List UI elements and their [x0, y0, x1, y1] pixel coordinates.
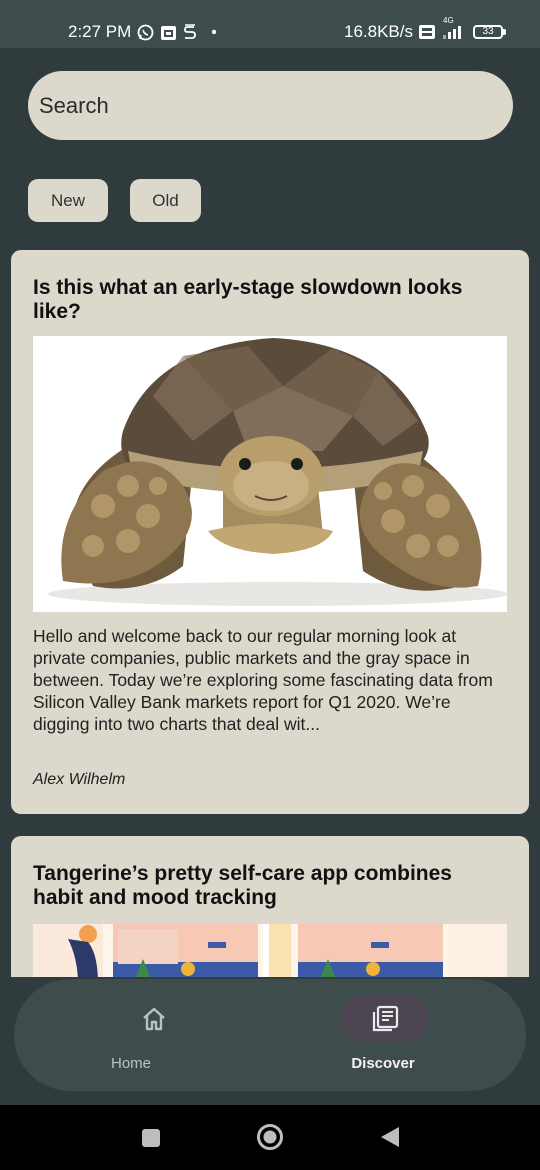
- recents-icon[interactable]: [140, 1127, 162, 1154]
- tortoise-photo: [33, 336, 507, 612]
- article-author: Alex Wilhelm: [33, 771, 126, 788]
- network-type: 4G: [443, 16, 454, 25]
- article-card[interactable]: Is this what an early-stage slowdown loo…: [11, 250, 529, 814]
- nav-discover-label: Discover: [351, 1055, 415, 1072]
- article-card[interactable]: Tangerine’s pretty self-care app combine…: [11, 836, 529, 977]
- battery-level: 33: [473, 25, 503, 39]
- volte-icon: [419, 25, 435, 39]
- search-placeholder: Search: [39, 92, 109, 118]
- filter-new-label: New: [50, 190, 85, 210]
- filter-old-button[interactable]: Old: [130, 179, 201, 222]
- nav-discover[interactable]: Discover: [270, 979, 526, 1091]
- home-icon[interactable]: [110, 996, 198, 1042]
- app-screenshots-illustration: [33, 924, 507, 977]
- nav-home[interactable]: Home: [14, 979, 270, 1091]
- nav-home-label: Home: [110, 1055, 151, 1072]
- whatsapp-icon: [137, 24, 154, 41]
- home-circle-icon[interactable]: [256, 1123, 284, 1156]
- filter-new-button[interactable]: New: [28, 179, 108, 222]
- back-icon[interactable]: [378, 1125, 402, 1154]
- article-title: Is this what an early-stage slowdown loo…: [33, 276, 463, 323]
- calendar-app-icon: [160, 24, 177, 41]
- filter-old-label: Old: [152, 190, 179, 210]
- article-feed[interactable]: Is this what an early-stage slowdown loo…: [0, 250, 540, 977]
- search-input[interactable]: Search: [28, 71, 513, 140]
- status-time: 2:27 PM: [68, 22, 132, 41]
- network-speed: 16.8KB/s: [344, 22, 413, 41]
- system-navigation-bar: [0, 1105, 540, 1170]
- bottom-navigation: Home Discover: [14, 979, 526, 1091]
- dot-icon: [211, 29, 217, 35]
- news-icon[interactable]: [341, 996, 429, 1042]
- article-excerpt: Hello and welcome back to our regular mo…: [33, 626, 493, 734]
- signal-icon: 4G: [441, 16, 467, 40]
- s-app-icon: [183, 23, 197, 41]
- status-bar: 2:27 PM 16.8KB/s 4G 33: [0, 0, 540, 48]
- article-title: Tangerine’s pretty self-care app combine…: [33, 862, 452, 909]
- battery-icon: 33: [473, 25, 506, 39]
